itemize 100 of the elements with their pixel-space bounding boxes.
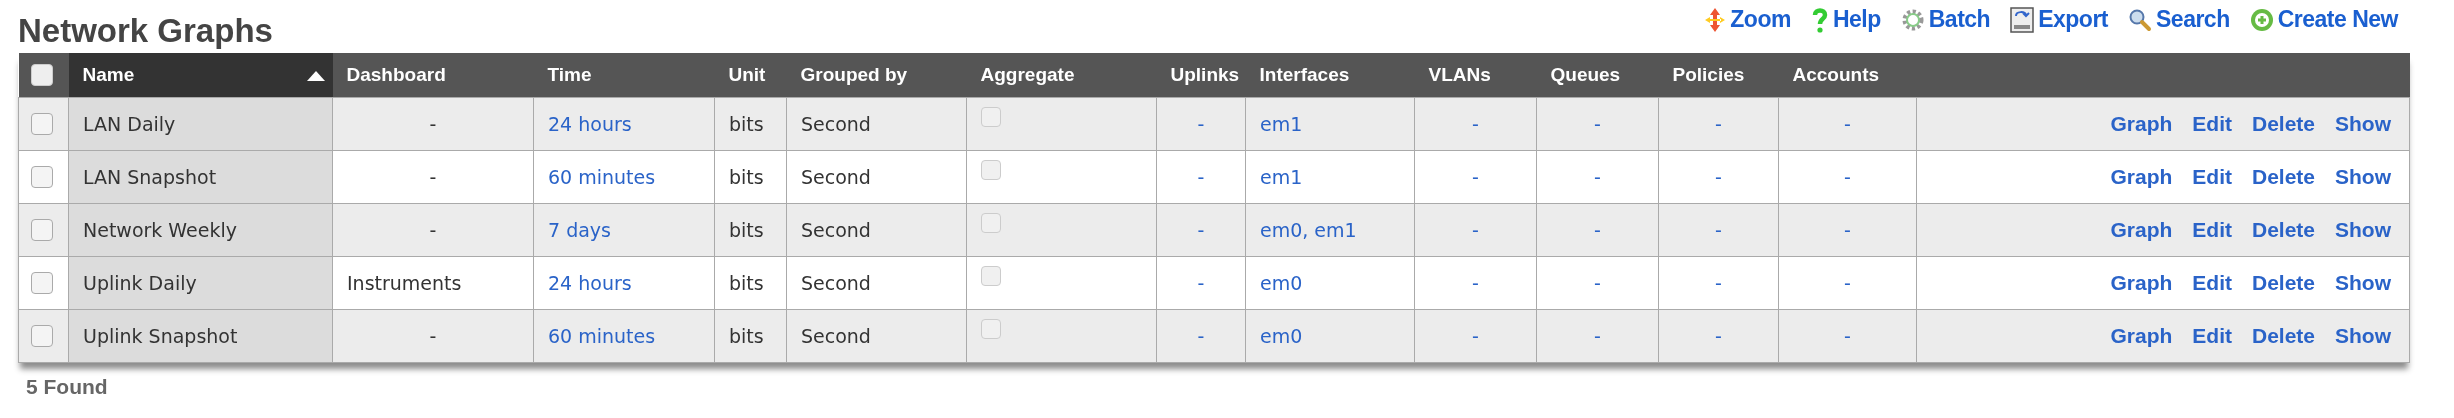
column-header[interactable]: Accounts [1778, 53, 1917, 97]
row-action-link[interactable]: Show [2335, 323, 2391, 348]
row-action-link[interactable]: Edit [2192, 323, 2232, 348]
page-title: Network Graphs [18, 14, 273, 47]
row-action-link[interactable]: Graph [2110, 270, 2173, 295]
column-header[interactable]: Name [68, 53, 333, 97]
table-link[interactable]: - [1844, 112, 1851, 135]
table-cell: Uplink Daily [83, 271, 197, 294]
table-link[interactable]: em0 [1260, 324, 1303, 347]
row-checkbox[interactable] [31, 219, 53, 242]
table-cell: Network Weekly [83, 218, 237, 241]
table-cell: bits [729, 165, 764, 188]
row-action-link[interactable]: Delete [2251, 111, 2315, 136]
table-link[interactable]: - [1472, 165, 1479, 188]
table-cell: bits [729, 324, 764, 347]
column-header[interactable]: Interfaces [1245, 53, 1415, 97]
help-link[interactable]: Help [1810, 6, 1881, 33]
table-cell: - [429, 218, 437, 241]
table-cell: Second [801, 165, 871, 188]
row-checkbox[interactable] [31, 166, 53, 189]
row-action-link[interactable]: Show [2335, 164, 2391, 189]
table-link[interactable]: - [1197, 165, 1205, 188]
column-header[interactable]: VLANs [1414, 53, 1537, 97]
table-link[interactable]: - [1472, 218, 1479, 241]
table-link[interactable]: em0 [1260, 271, 1303, 294]
table-link[interactable]: - [1594, 324, 1601, 347]
table-link[interactable]: em1 [1260, 112, 1303, 135]
row-action-link[interactable]: Show [2335, 111, 2391, 136]
document-icon [2010, 6, 2035, 33]
table-link[interactable]: - [1594, 112, 1601, 135]
column-header[interactable]: Dashboard [332, 53, 534, 97]
table-cell: Second [801, 324, 871, 347]
table-link[interactable]: - [1594, 271, 1601, 294]
table-cell: bits [729, 271, 764, 294]
row-action-link[interactable]: Graph [2110, 323, 2173, 348]
row-action-link[interactable]: Delete [2251, 164, 2315, 189]
table-link[interactable]: - [1197, 112, 1205, 135]
export-link[interactable]: Export [2010, 6, 2108, 33]
row-checkbox[interactable] [31, 113, 53, 136]
search-link[interactable]: Search [2128, 6, 2230, 33]
row-action-link[interactable]: Graph [2110, 164, 2173, 189]
create-link[interactable]: Create New [2249, 6, 2398, 33]
row-action-link[interactable]: Graph [2110, 217, 2173, 242]
column-header[interactable]: Uplinks [1156, 53, 1246, 97]
table-cell: LAN Snapshot [83, 165, 217, 188]
row-action-link[interactable]: Show [2335, 217, 2391, 242]
table-link[interactable]: - [1197, 218, 1205, 241]
help-icon [1810, 6, 1829, 33]
gear-icon [1900, 7, 1925, 32]
table-link[interactable]: - [1844, 324, 1851, 347]
column-header[interactable]: Grouped by [786, 53, 967, 97]
table-link[interactable]: - [1472, 271, 1479, 294]
table-link[interactable]: - [1715, 324, 1722, 347]
table-cell: Second [801, 112, 871, 135]
row-action-link[interactable]: Edit [2192, 111, 2232, 136]
row-checkbox[interactable] [31, 325, 53, 348]
column-header[interactable]: Aggregate [966, 53, 1157, 97]
column-header[interactable]: Unit [714, 53, 787, 97]
table-link[interactable]: - [1197, 324, 1205, 347]
table-link[interactable]: - [1594, 165, 1601, 188]
row-checkbox[interactable] [31, 272, 53, 295]
table-link[interactable]: - [1844, 271, 1851, 294]
table-link[interactable]: - [1472, 112, 1479, 135]
table-cell: bits [729, 112, 764, 135]
result-count: 5 Found [26, 374, 108, 399]
table-link[interactable]: - [1844, 165, 1851, 188]
row-action-link[interactable]: Delete [2251, 217, 2315, 242]
table-link[interactable]: 7 days [548, 218, 611, 241]
table-link[interactable]: - [1844, 218, 1851, 241]
table-link[interactable]: - [1715, 112, 1722, 135]
table-link[interactable]: - [1472, 324, 1479, 347]
table-cell: - [429, 112, 437, 135]
table-link[interactable]: em1 [1260, 165, 1303, 188]
row-action-link[interactable]: Edit [2192, 164, 2232, 189]
column-header[interactable]: Policies [1658, 53, 1779, 97]
table-cell: bits [729, 218, 764, 241]
move-arrows-icon [1704, 6, 1727, 33]
table-link[interactable]: - [1594, 218, 1601, 241]
plus-icon [2249, 7, 2274, 32]
table-link[interactable]: - [1715, 271, 1722, 294]
table-cell: Instruments [347, 271, 462, 294]
zoom-link[interactable]: Zoom [1704, 6, 1791, 33]
select-all-checkbox[interactable] [30, 64, 53, 87]
table-cell: Second [801, 271, 871, 294]
row-action-link[interactable]: Delete [2251, 270, 2315, 295]
table-cell: LAN Daily [83, 112, 176, 135]
table-cell: - [429, 324, 437, 347]
table-link[interactable]: - [1715, 218, 1722, 241]
row-action-link[interactable]: Edit [2192, 217, 2232, 242]
table-cell: - [429, 165, 437, 188]
table-link[interactable]: - [1197, 271, 1205, 294]
column-header[interactable]: Time [533, 53, 715, 97]
row-action-link[interactable]: Graph [2110, 111, 2173, 136]
row-action-link[interactable]: Edit [2192, 270, 2232, 295]
table-cell: Second [801, 218, 871, 241]
table-link[interactable]: - [1715, 165, 1722, 188]
column-header[interactable]: Queues [1536, 53, 1659, 97]
batch-link[interactable]: Batch [1900, 6, 1991, 33]
row-action-link[interactable]: Delete [2251, 323, 2315, 348]
row-action-link[interactable]: Show [2335, 270, 2391, 295]
